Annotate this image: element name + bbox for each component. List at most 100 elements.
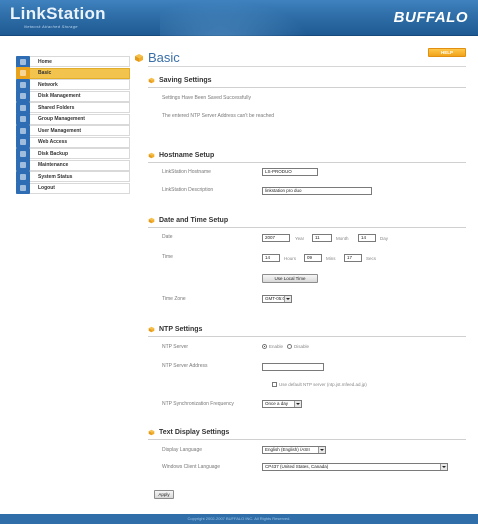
ntp-disable-radio[interactable] [287,344,292,349]
display-language-value: English (English) /ASII [265,447,310,452]
sidebar-item-home[interactable]: Home [16,55,130,68]
section-date-time-setup: Date and Time Setup [148,214,228,226]
section-text-display: Text Display Settings [148,426,229,438]
sidebar-item-shared-folders[interactable]: Shared Folders [16,101,130,114]
display-language-label: Display Language [162,447,203,453]
ntp-frequency-value: Once a day [265,401,289,406]
mins-input[interactable]: 09 [304,254,322,262]
house-icon [16,55,30,68]
section-bullet-icon [148,217,155,223]
chevron-down-icon [440,464,447,470]
section-ntp-settings: NTP Settings [148,323,202,335]
secs-unit: Secs [366,256,377,261]
ntp-frequency-select[interactable]: Once a day [262,400,302,408]
sidebar-item-label: Maintenance [38,162,69,168]
backup-icon [16,147,30,160]
month-input[interactable]: 11 [312,234,332,242]
sidebar-item-logout[interactable]: Logout [16,182,130,194]
ntp-server-label: NTP Server [162,344,189,350]
sidebar-item-disk-management[interactable]: Disk Management [16,90,130,102]
ntp-address-label: NTP Server Address [162,363,208,369]
sidebar-item-label: Network [38,81,58,88]
section-heading: NTP Settings [159,325,203,333]
section-divider [148,227,466,228]
date-label: Date [162,234,173,240]
mins-unit: Mins [326,256,336,261]
client-language-select[interactable]: CP437 (United States, Canada) [262,463,448,471]
sidebar-item-network[interactable]: Network [16,78,130,91]
title-divider [148,66,466,67]
page-title: Basic [148,50,180,65]
help-button[interactable]: HELP [428,48,466,57]
hostname-input[interactable]: LS-PRODUO [262,168,318,176]
secs-input[interactable]: 17 [344,254,362,262]
description-label: LinkStation Description [162,187,214,193]
sidebar-item-label: User Management [38,127,82,134]
sidebar-nav: Home Basic Network Disk Management Shared Fo… [16,55,130,194]
ntp-enable-radio[interactable] [262,344,267,349]
timezone-label: Time Zone [162,296,186,302]
month-unit: Month [336,236,349,241]
chevron-down-icon [294,401,301,407]
disk-icon [16,90,30,102]
sidebar-item-label: Disk Management [38,93,81,99]
default-ntp-checkbox[interactable] [272,382,277,387]
status-icon [16,170,30,183]
hours-input[interactable]: 14 [262,254,280,262]
sidebar-item-web-access[interactable]: Web Access [16,136,130,148]
sidebar-item-user-management[interactable]: User Management [16,124,130,137]
sidebar-item-basic[interactable]: Basic [16,67,130,79]
chevron-down-icon [284,296,291,302]
sidebar-item-system-status[interactable]: System Status [16,170,130,183]
client-language-label: Windows Client Language [162,464,221,470]
footer-copyright: Copyright 2002-2007 BUFFALO INC. All Rig… [187,516,291,521]
ntp-enable-label: Enable [269,344,284,349]
ntp-disable-label: Disable [294,344,310,349]
sidebar-item-label: Web Access [38,139,68,145]
section-bullet-icon [148,152,155,158]
logo-tagline: Network Attached Storage [24,24,78,29]
hostname-label: LinkStation Hostname [162,169,211,175]
section-heading: Text Display Settings [159,428,230,436]
time-label: Time [162,254,173,260]
sidebar-item-label: Home [38,58,52,65]
sidebar-item-label: System Status [38,173,73,180]
header-bar: LinkStation Network Attached Storage BUF… [0,0,478,36]
main-content: Basic HELP Saving Settings Settings Have… [135,48,466,499]
sidebar-item-group-management[interactable]: Group Management [16,113,130,125]
sidebar-item-label: Basic [38,70,52,76]
ntp-error-message: The entered NTP Server Address can't be … [162,113,275,119]
section-divider [148,87,466,88]
display-language-select[interactable]: English (English) /ASII [262,446,326,454]
use-local-time-button[interactable]: Use Local Time [262,274,318,283]
section-divider [148,162,466,163]
sidebar-item-label: Group Management [38,116,85,122]
section-heading: Saving Settings [159,76,212,84]
ntp-address-input[interactable] [262,363,324,371]
sidebar-item-maintenance[interactable]: Maintenance [16,159,130,171]
section-heading: Date and Time Setup [159,216,229,224]
sidebar-item-label: Disk Backup [38,150,69,157]
tools-icon [16,159,30,171]
chevron-down-icon [318,447,325,453]
header-decoration [160,0,310,36]
section-bullet-icon [148,77,155,83]
wrench-icon [16,67,30,79]
sidebar-item-disk-backup[interactable]: Disk Backup [16,147,130,160]
day-unit: Day [380,236,389,241]
network-icon [16,78,30,91]
ntp-frequency-label: NTP Synchronization Frequency [162,401,234,407]
section-bullet-icon [148,429,155,435]
apply-button[interactable]: Apply [154,490,174,499]
sidebar-item-label: Shared Folders [38,104,75,111]
day-input[interactable]: 14 [358,234,376,242]
footer-bar: Copyright 2002-2007 BUFFALO INC. All Rig… [0,514,478,524]
year-unit: Year [295,236,305,241]
globe-icon [16,136,30,148]
year-input[interactable]: 2007 [262,234,290,242]
timezone-select[interactable]: GMT-05:00 [262,295,292,303]
section-divider [148,439,466,440]
description-input[interactable]: linkstation pro duo [262,187,372,195]
hours-unit: Hours [284,256,297,261]
section-bullet-icon [148,326,155,332]
